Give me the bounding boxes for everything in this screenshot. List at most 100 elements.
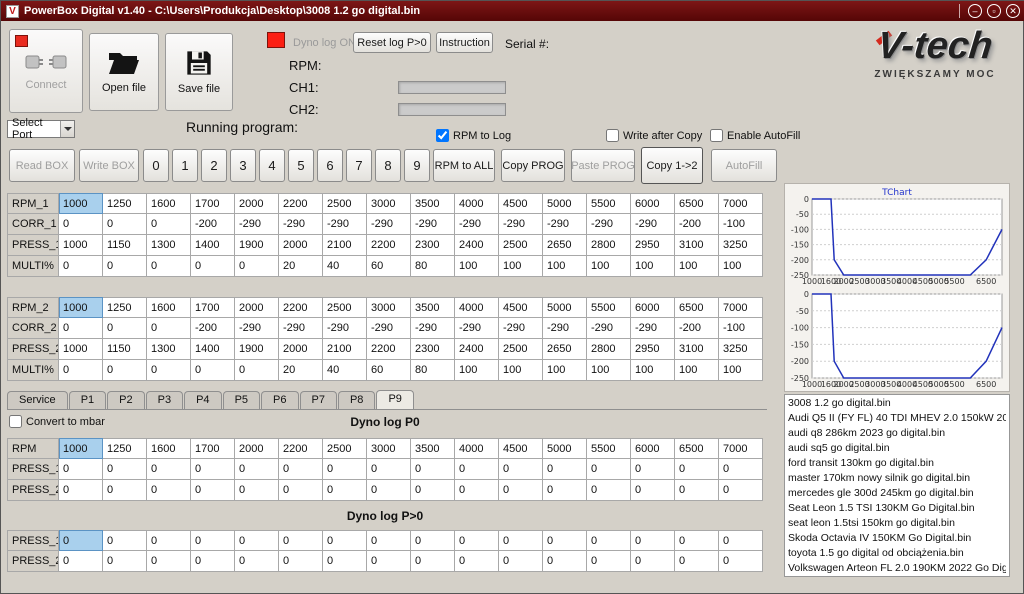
table-cell[interactable]: 0: [279, 459, 323, 480]
digit-button-4[interactable]: 4: [259, 149, 285, 182]
table-cell[interactable]: 0: [235, 551, 279, 572]
digit-button-6[interactable]: 6: [317, 149, 343, 182]
table-cell[interactable]: 0: [499, 459, 543, 480]
table-cell[interactable]: 0: [367, 459, 411, 480]
table-cell[interactable]: 0: [235, 480, 279, 501]
tab-service[interactable]: Service: [7, 391, 68, 409]
table-cell[interactable]: 0: [103, 480, 147, 501]
table-cell[interactable]: 0: [147, 480, 191, 501]
digit-button-5[interactable]: 5: [288, 149, 314, 182]
close-button[interactable]: ✕: [1006, 4, 1020, 18]
instruction-button[interactable]: Instruction: [436, 32, 493, 53]
table-cell[interactable]: 2000: [235, 193, 279, 214]
table-cell[interactable]: 1700: [191, 438, 235, 459]
table-cell[interactable]: 100: [455, 360, 499, 381]
table-cell[interactable]: 0: [191, 360, 235, 381]
table-cell[interactable]: 0: [59, 551, 103, 572]
table-cell[interactable]: 2800: [587, 235, 631, 256]
table-cell[interactable]: 0: [631, 480, 675, 501]
table-cell[interactable]: 5500: [587, 297, 631, 318]
table-cell[interactable]: 100: [499, 256, 543, 277]
rpm-to-log-checkbox-input[interactable]: [436, 129, 449, 142]
table-cell[interactable]: 1700: [191, 193, 235, 214]
table-cell[interactable]: 0: [499, 480, 543, 501]
table-cell[interactable]: -290: [367, 214, 411, 235]
table-cell[interactable]: 1300: [147, 339, 191, 360]
table-cell[interactable]: 1400: [191, 339, 235, 360]
table-cell[interactable]: 2500: [499, 339, 543, 360]
table-cell[interactable]: 0: [323, 551, 367, 572]
table-cell[interactable]: 0: [103, 256, 147, 277]
table-cell[interactable]: 0: [587, 459, 631, 480]
tab-p2[interactable]: P2: [107, 391, 144, 409]
table-cell[interactable]: 2950: [631, 339, 675, 360]
table-cell[interactable]: 0: [719, 459, 763, 480]
table-cell[interactable]: 2500: [323, 193, 367, 214]
minimize-button[interactable]: –: [968, 4, 982, 18]
table-cell[interactable]: 0: [323, 459, 367, 480]
table-cell[interactable]: 3000: [367, 193, 411, 214]
table-cell[interactable]: -290: [411, 214, 455, 235]
table-cell[interactable]: 0: [103, 530, 147, 551]
table-cell[interactable]: 2950: [631, 235, 675, 256]
table-cell[interactable]: 0: [59, 256, 103, 277]
autofill-button[interactable]: AutoFill: [711, 149, 777, 182]
file-list-item[interactable]: ford transit 130km go digital.bin: [788, 456, 1006, 471]
table-cell[interactable]: 3250: [719, 339, 763, 360]
table-cell[interactable]: 0: [59, 530, 103, 551]
table-cell[interactable]: 4500: [499, 438, 543, 459]
table-cell[interactable]: 0: [411, 480, 455, 501]
table-cell[interactable]: -290: [587, 214, 631, 235]
table-cell[interactable]: 0: [719, 551, 763, 572]
table-cell[interactable]: -200: [191, 318, 235, 339]
table-cell[interactable]: 0: [323, 530, 367, 551]
table-cell[interactable]: 1900: [235, 235, 279, 256]
table-cell[interactable]: 5000: [543, 438, 587, 459]
table-cell[interactable]: 5000: [543, 297, 587, 318]
table-cell[interactable]: 6000: [631, 193, 675, 214]
table-cell[interactable]: 2500: [323, 438, 367, 459]
rpm-to-all-button[interactable]: RPM to ALL: [433, 149, 495, 182]
table-cell[interactable]: 1250: [103, 438, 147, 459]
digit-button-0[interactable]: 0: [143, 149, 169, 182]
table-cell[interactable]: 2400: [455, 235, 499, 256]
table-cell[interactable]: 0: [59, 360, 103, 381]
tab-p7[interactable]: P7: [300, 391, 337, 409]
tab-p3[interactable]: P3: [146, 391, 183, 409]
write-box-button[interactable]: Write BOX: [79, 149, 139, 182]
table-cell[interactable]: 0: [719, 480, 763, 501]
table-cell[interactable]: 0: [543, 480, 587, 501]
table-cell[interactable]: 5000: [543, 193, 587, 214]
table-cell[interactable]: 100: [631, 256, 675, 277]
table-cell[interactable]: 100: [587, 256, 631, 277]
rpm-to-log-checkbox[interactable]: RPM to Log: [436, 129, 511, 142]
table-cell[interactable]: 0: [675, 459, 719, 480]
table-cell[interactable]: 2000: [279, 235, 323, 256]
table-cell[interactable]: 2200: [367, 235, 411, 256]
port-select[interactable]: Select Port: [7, 120, 75, 138]
table-cell[interactable]: 1600: [147, 193, 191, 214]
table-cell[interactable]: 1300: [147, 235, 191, 256]
table-cell[interactable]: 20: [279, 256, 323, 277]
tab-p1[interactable]: P1: [69, 391, 106, 409]
connect-button[interactable]: Connect: [9, 29, 83, 113]
paste-prog-button[interactable]: Paste PROG: [571, 149, 635, 182]
table-cell[interactable]: 0: [543, 530, 587, 551]
table-cell[interactable]: 1600: [147, 297, 191, 318]
table-cell[interactable]: 3500: [411, 193, 455, 214]
table-cell[interactable]: 2000: [235, 438, 279, 459]
table-cell[interactable]: 2500: [499, 235, 543, 256]
table-cell[interactable]: -200: [675, 214, 719, 235]
file-list-item[interactable]: audi sq5 go digital.bin: [788, 441, 1006, 456]
open-file-button[interactable]: Open file: [89, 33, 159, 111]
table-cell[interactable]: -100: [719, 318, 763, 339]
table-cell[interactable]: 0: [411, 530, 455, 551]
table-cell[interactable]: 4000: [455, 438, 499, 459]
table-cell[interactable]: 40: [323, 256, 367, 277]
tab-p4[interactable]: P4: [184, 391, 221, 409]
table-cell[interactable]: 1150: [103, 339, 147, 360]
table-cell[interactable]: -290: [367, 318, 411, 339]
write-after-copy-checkbox-input[interactable]: [606, 129, 619, 142]
table-cell[interactable]: 5500: [587, 438, 631, 459]
table-cell[interactable]: 6000: [631, 438, 675, 459]
